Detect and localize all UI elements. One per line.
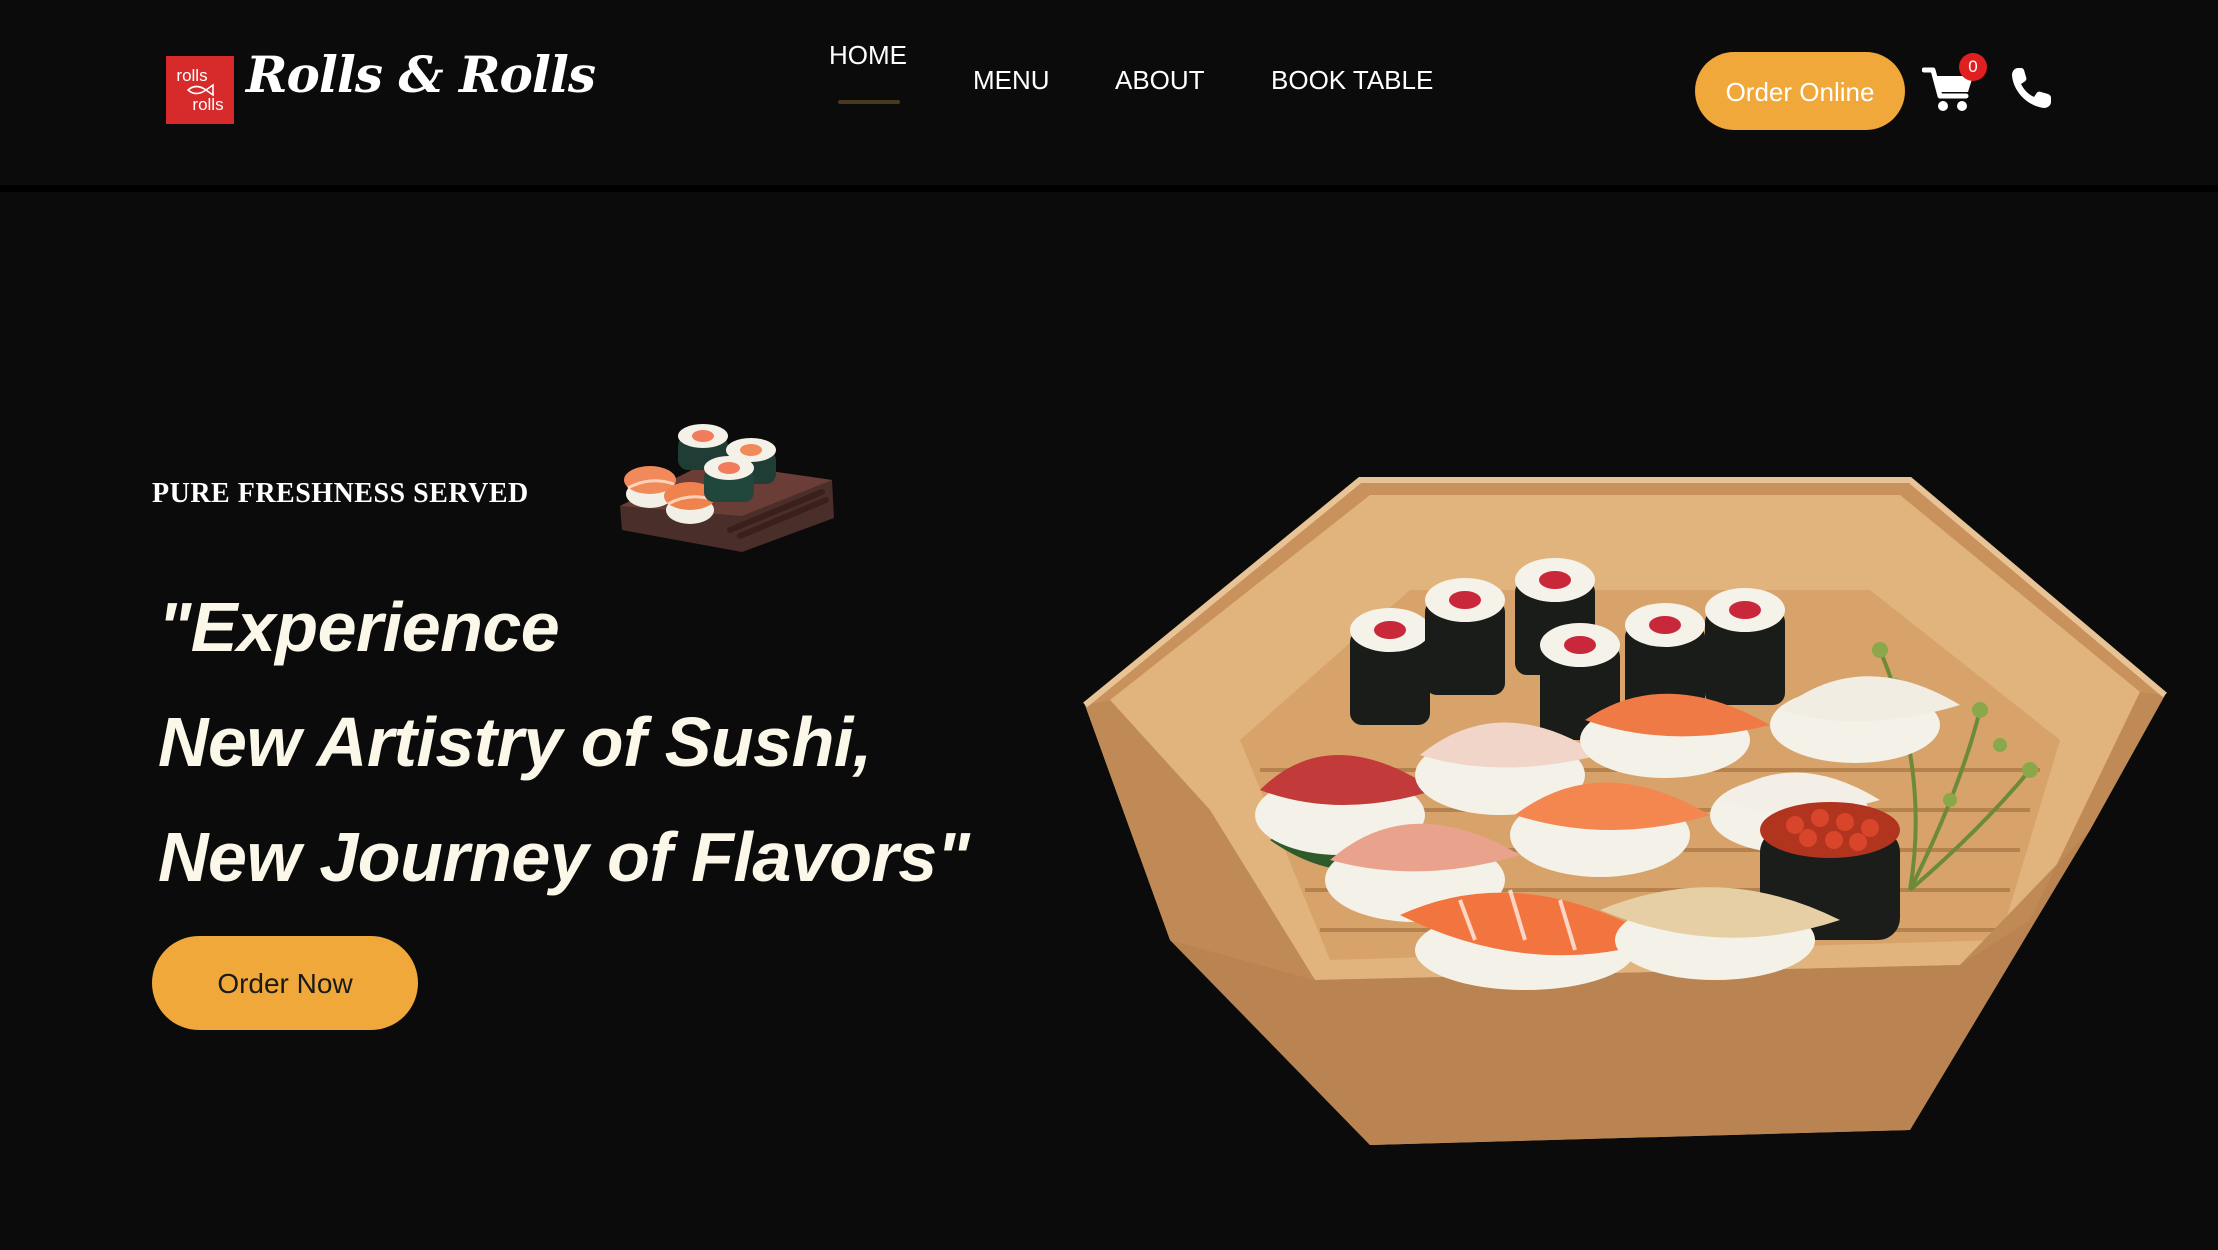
headline-line-2: New Artistry of Sushi, [158, 703, 872, 781]
brand-name[interactable]: Rolls & Rolls [246, 44, 596, 106]
order-now-button[interactable]: Order Now [152, 936, 418, 1030]
hero-tagline: PURE FRESHNESS SERVED [152, 478, 529, 509]
order-online-button[interactable]: Order Online [1695, 52, 1905, 130]
phone-icon[interactable] [2009, 65, 2053, 111]
headline-line-3: New Journey of Flavors" [158, 818, 970, 896]
logo[interactable]: rolls rolls [166, 56, 234, 124]
site-header: rolls rolls Rolls & Rolls HOME MENU ABOU… [0, 0, 2218, 185]
sushi-boat-image [1083, 477, 2167, 1145]
logo-text-bottom: rolls [192, 95, 224, 114]
nav-item-home[interactable]: HOME [829, 40, 907, 70]
headline-line-1: "Experience [158, 588, 560, 666]
nav-item-book-table[interactable]: BOOK TABLE [1271, 65, 1433, 95]
nav-item-menu[interactable]: MENU [973, 65, 1050, 95]
header-divider [0, 185, 2218, 192]
page: rolls rolls Rolls & Rolls HOME MENU ABOU… [0, 0, 2218, 1250]
sushi-platter-small-image [620, 424, 834, 552]
hero-headline: "Experience New Artistry of Sushi, New J… [158, 570, 970, 915]
cart-count-badge: 0 [1959, 53, 1987, 81]
nav-active-indicator [838, 100, 900, 104]
nav-item-about[interactable]: ABOUT [1115, 65, 1205, 95]
